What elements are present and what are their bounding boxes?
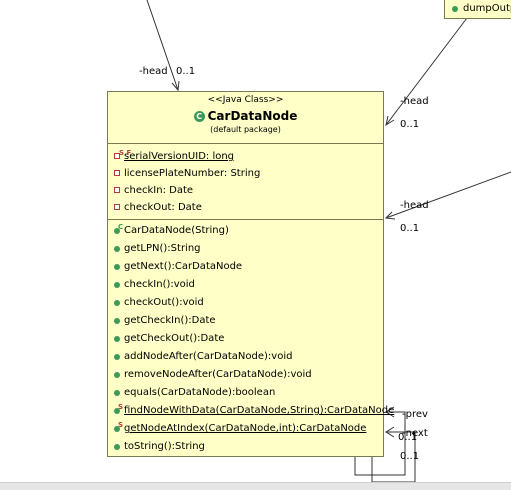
method-row[interactable]: addNodeAfter(CarDataNode):void <box>108 348 383 366</box>
method-row[interactable]: getCheckOut():Date <box>108 330 383 348</box>
role-label-self-next: -next <box>402 428 428 439</box>
private-visibility-icon <box>114 170 120 176</box>
field-row-label: checkOut: Date <box>124 202 202 213</box>
method-row-label: getNodeAtIndex(CarDataNode,int):CarDataN… <box>124 423 367 434</box>
modifier-marker: S <box>118 421 124 429</box>
method-row[interactable]: removeNodeAfter(CarDataNode):void <box>108 366 383 384</box>
field-row[interactable]: checkIn: Date <box>108 182 383 199</box>
method-row-label: checkIn():void <box>124 279 195 290</box>
method-row[interactable]: SfindNodeWithData(CarDataNode,String):Ca… <box>108 402 394 420</box>
public-visibility-icon <box>114 318 120 324</box>
public-visibility-icon <box>114 354 120 360</box>
private-visibility-icon <box>114 187 120 193</box>
public-visibility-icon <box>114 444 120 450</box>
method-row[interactable]: SgetNodeAtIndex(CarDataNode,int):CarData… <box>108 420 383 438</box>
public-visibility-icon: C <box>114 223 123 234</box>
private-visibility-icon: S F <box>114 149 131 159</box>
multiplicity-label-self-next: 0..1 <box>400 451 420 462</box>
association-line-right-1 <box>385 13 471 126</box>
method-row[interactable]: getNext():CarDataNode <box>108 258 383 276</box>
method-row-label: toString():String <box>124 441 205 452</box>
public-visibility-icon <box>114 246 120 252</box>
public-visibility-icon: S <box>114 421 123 432</box>
method-row-label: equals(CarDataNode):boolean <box>124 387 276 398</box>
field-row-label: licensePlateNumber: String <box>124 168 261 179</box>
peer-method-label: dumpOutp <box>463 3 511 14</box>
method-row-label: getCheckOut():Date <box>124 333 225 344</box>
method-row-label: CarDataNode(String) <box>124 225 229 236</box>
role-label-top: -head <box>139 66 168 77</box>
role-label-right-1: -head <box>400 96 429 107</box>
public-method-icon <box>452 6 458 12</box>
class-name: CarDataNode <box>207 109 298 123</box>
modifier-marker: S F <box>119 149 132 157</box>
field-row[interactable]: checkOut: Date <box>108 199 383 216</box>
class-stereotype: <<Java Class>> <box>207 95 284 105</box>
public-visibility-icon <box>114 264 120 270</box>
method-row-label: getLPN():String <box>124 243 201 254</box>
field-row[interactable]: licensePlateNumber: String <box>108 165 383 182</box>
class-c-icon: C <box>193 111 205 122</box>
multiplicity-label-right-2: 0..1 <box>400 223 420 234</box>
method-row-label: addNodeAfter(CarDataNode):void <box>124 351 293 362</box>
method-row[interactable]: toString():String <box>108 438 383 456</box>
horizontal-scrollbar[interactable] <box>0 482 511 490</box>
method-row-label: getNext():CarDataNode <box>124 261 243 272</box>
field-row[interactable]: S FserialVersionUID: long <box>108 148 383 165</box>
modifier-marker: C <box>118 223 124 231</box>
method-row[interactable]: checkOut():void <box>108 294 383 312</box>
role-label-right-2: -head <box>400 200 429 211</box>
public-visibility-icon <box>114 300 120 306</box>
method-row[interactable]: C CarDataNode(String) <box>108 222 383 240</box>
methods-compartment: C CarDataNode(String) getLPN():String getNe… <box>108 220 394 456</box>
multiplicity-label-right-1: 0..1 <box>400 119 420 130</box>
multiplicity-label-top: 0..1 <box>176 66 196 77</box>
field-row-label: checkIn: Date <box>124 185 194 196</box>
field-row-label: serialVersionUID: long <box>124 151 235 162</box>
method-row[interactable]: getLPN():String <box>108 240 383 258</box>
private-visibility-icon <box>114 204 120 210</box>
class-package: (default package) <box>210 125 281 134</box>
method-row[interactable]: getCheckIn():Date <box>108 312 383 330</box>
class-box-cardatanode[interactable]: <<Java Class>> C CarDataNode (default pac… <box>107 91 394 457</box>
fields-compartment: S FserialVersionUID: long licensePlateNum… <box>108 144 383 220</box>
method-row[interactable]: equals(CarDataNode):boolean <box>108 384 383 402</box>
public-visibility-icon <box>114 336 120 342</box>
method-row[interactable]: checkIn():void <box>108 276 383 294</box>
public-visibility-icon <box>114 390 120 396</box>
public-visibility-icon <box>114 372 120 378</box>
class-header: <<Java Class>> C CarDataNode (default pac… <box>108 92 383 144</box>
method-row-label: checkOut():void <box>124 297 204 308</box>
method-row-label: removeNodeAfter(CarDataNode):void <box>124 369 312 380</box>
method-row-label: getCheckIn():Date <box>124 315 216 326</box>
modifier-marker: S <box>118 403 124 411</box>
role-label-self-prev: -prev <box>402 409 428 420</box>
peer-class-box[interactable]: dumpOutp <box>444 0 511 19</box>
public-visibility-icon: S <box>114 403 123 414</box>
public-visibility-icon <box>114 282 120 288</box>
method-row-label: findNodeWithData(CarDataNode,String):Car… <box>124 405 395 416</box>
